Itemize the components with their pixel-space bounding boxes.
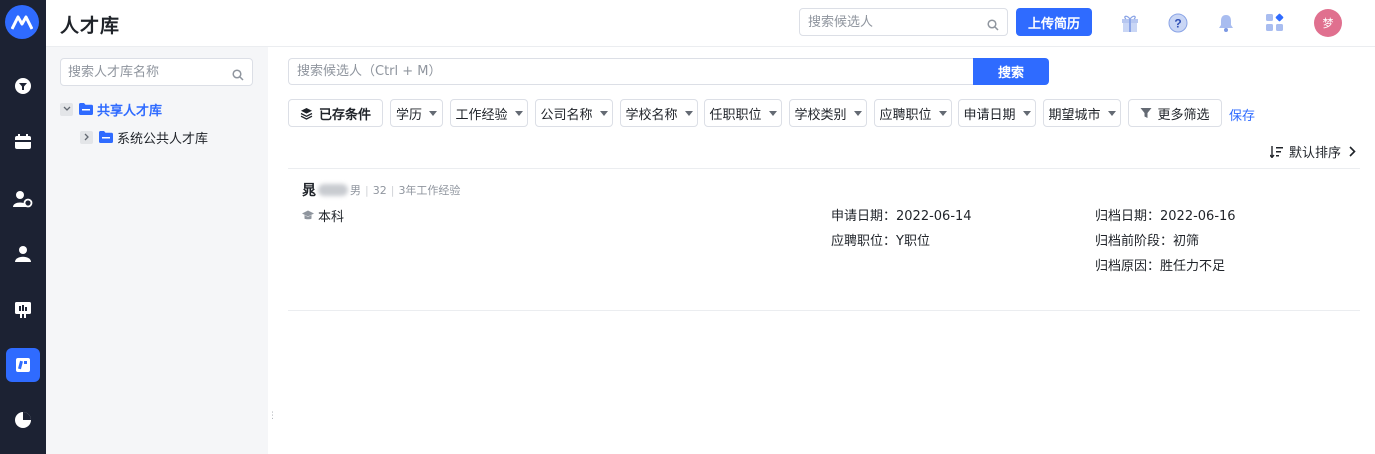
candidate-meta: 男 | 32 | 3年工作经验 bbox=[350, 184, 461, 197]
filter-label: 申请日期 bbox=[963, 107, 1016, 123]
archive-reason: 归档原因：胜任力不足 bbox=[1095, 259, 1226, 274]
folder-icon bbox=[79, 103, 93, 115]
nav-item-filter[interactable] bbox=[0, 68, 46, 104]
tree-item-label: 共享人才库 bbox=[97, 103, 163, 119]
candidate-education: 本科 bbox=[302, 206, 344, 225]
user-settings-icon bbox=[6, 182, 40, 216]
candidate-name-text: 晁 bbox=[302, 183, 316, 199]
page-title: 人才库 bbox=[60, 15, 121, 37]
graduation-cap-icon bbox=[302, 210, 314, 220]
chevron-down-icon[interactable] bbox=[60, 102, 73, 116]
filter-school[interactable]: 学校名称 bbox=[620, 99, 698, 127]
upload-resume-button[interactable]: 上传简历 bbox=[1016, 8, 1092, 36]
save-filters-link[interactable]: 保存 bbox=[1229, 105, 1255, 124]
chevron-right-icon bbox=[1349, 146, 1356, 157]
library-panel: 共享人才库 系统公共人才库 bbox=[46, 47, 268, 454]
candidate-gender: 男 bbox=[350, 184, 361, 197]
nav-item-calendar[interactable] bbox=[0, 124, 46, 160]
filter-current-position[interactable]: 任职职位 bbox=[704, 99, 782, 127]
notification-bell-icon[interactable] bbox=[1215, 12, 1237, 34]
main-search-bar: 搜索 bbox=[288, 58, 1049, 85]
caret-down-icon bbox=[853, 110, 862, 116]
person-icon bbox=[6, 237, 40, 271]
help-icon[interactable]: ? bbox=[1167, 12, 1189, 34]
caret-down-icon bbox=[429, 110, 437, 116]
nav-item-user-settings[interactable] bbox=[0, 181, 46, 217]
candidate-age: 32 bbox=[372, 184, 387, 197]
saved-conditions-label: 已存条件 bbox=[318, 107, 371, 123]
nav-item-analytics[interactable] bbox=[0, 402, 46, 438]
library-search-input[interactable] bbox=[61, 59, 226, 85]
filter-school-type[interactable]: 学校类别 bbox=[789, 99, 867, 127]
search-button[interactable]: 搜索 bbox=[973, 58, 1049, 85]
filter-label: 任职职位 bbox=[709, 107, 762, 123]
caret-down-icon bbox=[938, 110, 947, 116]
talent-pool-icon bbox=[6, 348, 40, 382]
caret-down-icon bbox=[1107, 110, 1116, 116]
gift-icon[interactable] bbox=[1119, 12, 1141, 34]
nav-rail bbox=[0, 0, 46, 454]
sort-control[interactable]: 默认排序 bbox=[1270, 142, 1356, 161]
more-filters-label: 更多筛选 bbox=[1157, 107, 1210, 123]
filter-label: 学校类别 bbox=[794, 107, 847, 123]
sort-icon bbox=[1270, 145, 1283, 158]
candidate-card[interactable]: 晁 男 | 32 | 3年工作经验 本科 申请日期：2022-06-14 应聘职位：Y职… bbox=[288, 168, 1360, 311]
filter-label: 工作经验 bbox=[455, 107, 508, 123]
calendar-icon bbox=[6, 125, 40, 159]
filter-expected-city[interactable]: 期望城市 bbox=[1043, 99, 1121, 127]
redacted-name-blur bbox=[318, 184, 348, 196]
search-icon[interactable] bbox=[987, 16, 999, 35]
candidate-search-input[interactable] bbox=[800, 9, 980, 35]
filter-funnel-icon bbox=[6, 69, 40, 103]
apps-grid-icon[interactable] bbox=[1264, 12, 1286, 34]
panel-resize-handle[interactable]: ⋮ bbox=[268, 412, 277, 421]
apply-date: 申请日期：2022-06-14 bbox=[831, 209, 972, 224]
tree-item-label: 系统公共人才库 bbox=[117, 131, 209, 147]
filter-education[interactable]: 学历 bbox=[390, 99, 443, 127]
layers-icon bbox=[300, 107, 313, 120]
education-text: 本科 bbox=[318, 210, 345, 225]
apply-position: 应聘职位：Y职位 bbox=[831, 234, 930, 249]
filter-company[interactable]: 公司名称 bbox=[535, 99, 613, 127]
filter-label: 学历 bbox=[395, 107, 422, 123]
filter-icon bbox=[1140, 108, 1152, 118]
caret-down-icon bbox=[514, 110, 523, 116]
svg-text:?: ? bbox=[1174, 17, 1181, 31]
sort-label: 默认排序 bbox=[1289, 146, 1342, 161]
candidate-keyword-input[interactable] bbox=[288, 58, 974, 85]
nav-item-presentation[interactable] bbox=[0, 292, 46, 328]
filter-experience[interactable]: 工作经验 bbox=[450, 99, 528, 127]
nav-item-person[interactable] bbox=[0, 236, 46, 272]
filter-applied-position[interactable]: 应聘职位 bbox=[874, 99, 952, 127]
archive-stage: 归档前阶段：初筛 bbox=[1095, 234, 1200, 249]
top-search-box bbox=[799, 8, 1008, 36]
caret-down-icon bbox=[1022, 110, 1031, 116]
filter-label: 应聘职位 bbox=[879, 107, 932, 123]
pie-chart-icon bbox=[6, 403, 40, 437]
saved-conditions-button[interactable]: 已存条件 bbox=[288, 99, 383, 127]
app-logo-icon[interactable] bbox=[5, 5, 39, 39]
tree-item-public-library[interactable]: 系统公共人才库 bbox=[80, 127, 208, 147]
top-bar: 人才库 上传简历 ? 梦 bbox=[46, 0, 1375, 47]
caret-down-icon bbox=[684, 110, 693, 116]
filter-label: 学校名称 bbox=[625, 107, 678, 123]
avatar[interactable]: 梦 bbox=[1314, 9, 1342, 37]
caret-down-icon bbox=[768, 110, 777, 116]
candidate-name[interactable]: 晁 bbox=[302, 180, 348, 200]
library-search-box bbox=[60, 58, 253, 86]
folder-icon bbox=[99, 131, 113, 143]
filter-label: 期望城市 bbox=[1048, 107, 1101, 123]
tree-item-shared-library[interactable]: 共享人才库 bbox=[60, 99, 162, 119]
candidate-experience: 3年工作经验 bbox=[398, 184, 461, 197]
nav-item-talent-pool[interactable] bbox=[0, 347, 46, 383]
archive-date: 归档日期：2022-06-16 bbox=[1095, 209, 1236, 224]
more-filters-button[interactable]: 更多筛选 bbox=[1128, 99, 1222, 127]
presentation-icon bbox=[6, 293, 40, 327]
filter-label: 公司名称 bbox=[540, 107, 593, 123]
filter-apply-date[interactable]: 申请日期 bbox=[958, 99, 1036, 127]
chevron-right-icon[interactable] bbox=[80, 130, 93, 144]
caret-down-icon bbox=[599, 110, 608, 116]
search-icon[interactable] bbox=[232, 66, 244, 85]
